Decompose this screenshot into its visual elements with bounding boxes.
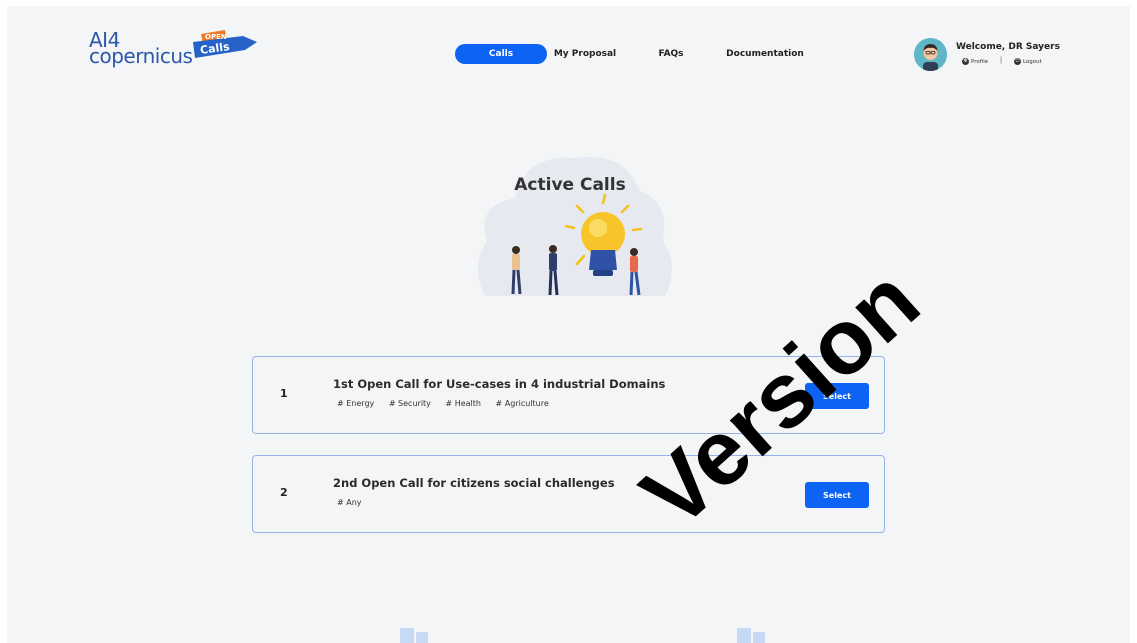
avatar-portrait-icon xyxy=(914,38,947,71)
tag: # Agriculture xyxy=(495,399,549,408)
brand-logo-line2: copernicus xyxy=(89,44,193,68)
call-title: 1st Open Call for Use-cases in 4 industr… xyxy=(333,377,666,391)
call-title: 2nd Open Call for citizens social challe… xyxy=(333,476,615,490)
user-menu: Welcome, DR Sayers ✻ Profile | ⏻ Logout xyxy=(914,38,1124,72)
call-tags: # Energy # Security # Health # Agricultu… xyxy=(337,399,561,408)
nav-documentation[interactable]: Documentation xyxy=(723,44,807,64)
logout-link[interactable]: ⏻ Logout xyxy=(1013,58,1042,65)
call-number: 1 xyxy=(280,387,288,400)
profile-label: Profile xyxy=(971,58,989,65)
tag: # Energy xyxy=(337,399,375,408)
call-number: 2 xyxy=(280,486,288,499)
footer-decor-block xyxy=(737,628,751,643)
tag: # Security xyxy=(388,399,431,408)
nav-faqs[interactable]: FAQs xyxy=(651,44,691,64)
profile-link[interactable]: ✻ Profile xyxy=(962,58,988,65)
tag: # Any xyxy=(337,498,362,507)
tag: # Health xyxy=(445,399,481,408)
footer-decor-block xyxy=(400,628,414,643)
lightbulb-team-illustration-icon xyxy=(477,156,673,296)
user-links: ✻ Profile | ⏻ Logout xyxy=(962,56,1042,65)
select-button[interactable]: Select xyxy=(805,482,869,508)
footer-decor-block xyxy=(416,632,428,643)
nav-calls[interactable]: Calls xyxy=(455,44,547,64)
hero: Active Calls xyxy=(465,146,675,296)
logout-label: Logout xyxy=(1022,58,1042,65)
page-title: Active Calls xyxy=(514,175,626,195)
power-icon: ⏻ xyxy=(1013,58,1021,65)
footer-decor-block xyxy=(753,632,765,643)
welcome-text: Welcome, DR Sayers xyxy=(956,42,1060,52)
call-card[interactable]: 2 2nd Open Call for citizens social chal… xyxy=(252,455,885,533)
gear-icon: ✻ xyxy=(962,58,969,65)
avatar[interactable] xyxy=(914,38,947,71)
call-tags: # Any xyxy=(337,498,374,507)
nav-my-proposal[interactable]: My Proposal xyxy=(553,44,617,64)
user-links-separator: | xyxy=(999,56,1003,64)
app-frame: AI4 copernicus OPEN Calls Calls My Propo… xyxy=(7,6,1130,643)
brand-logo[interactable]: AI4 copernicus OPEN Calls xyxy=(89,24,269,72)
